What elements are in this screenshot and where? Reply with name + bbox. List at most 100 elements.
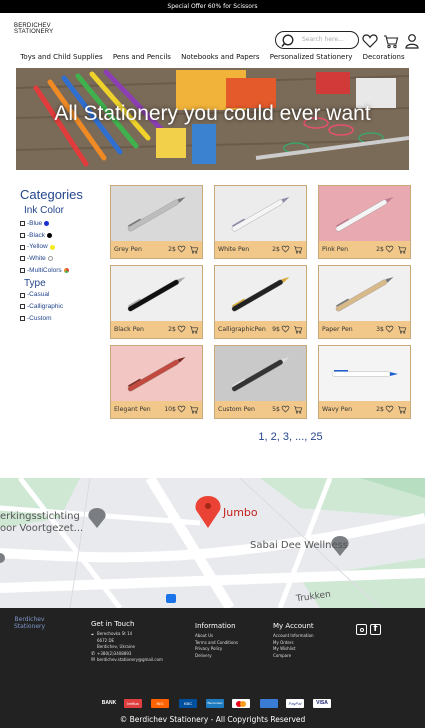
cart-icon[interactable] xyxy=(397,325,407,334)
paypal-logo: PayPal xyxy=(286,699,304,708)
checkbox[interactable] xyxy=(20,316,25,322)
product-price: 2$ xyxy=(376,406,384,413)
instagram-icon[interactable] xyxy=(356,624,367,635)
filter-yellow[interactable]: -Yellow xyxy=(20,241,83,253)
type-title: Type xyxy=(24,278,46,290)
footer-link-orders[interactable]: My Orders xyxy=(273,640,314,647)
product-card[interactable]: Wavy Pen 2$ xyxy=(318,345,411,419)
map-label-school-1: erkingsstichting xyxy=(0,511,80,522)
color-dot-multicolor xyxy=(63,268,69,274)
product-image[interactable] xyxy=(215,346,306,401)
product-name[interactable]: Paper Pen xyxy=(322,326,353,333)
cart-icon[interactable] xyxy=(189,405,199,414)
heart-icon[interactable] xyxy=(177,405,186,413)
cart-icon[interactable] xyxy=(397,405,407,414)
copyright: © Berdichev Stationery - All Copyrights … xyxy=(119,715,306,724)
product-card[interactable]: Custom Pen 5$ xyxy=(214,345,307,419)
filter-calligraphic[interactable]: -Calligraphic xyxy=(20,301,83,313)
hero-banner: All Stationery you could ever want xyxy=(16,68,409,170)
footer: Berdichev Stationery Get in Touch ⌖ Bere… xyxy=(0,608,425,728)
filter-white[interactable]: -White xyxy=(20,253,83,265)
checkbox[interactable] xyxy=(20,256,25,262)
pagination[interactable]: 1, 2, 3, ..., 25 xyxy=(0,431,425,443)
product-image[interactable] xyxy=(111,186,202,241)
heart-icon[interactable] xyxy=(281,325,290,333)
footer-link-terms[interactable]: Terms and Conditions xyxy=(195,640,238,647)
product-card[interactable]: CalligraphicPen 9$ xyxy=(214,265,307,339)
product-image[interactable] xyxy=(319,266,410,321)
footer-link-delivery[interactable]: Delivery xyxy=(195,653,238,660)
product-image[interactable] xyxy=(215,186,306,241)
nav-item-toys[interactable]: Toys and Child Supplies xyxy=(20,53,102,61)
product-name[interactable]: Wavy Pen xyxy=(322,406,352,413)
product-name[interactable]: Custom Pen xyxy=(218,406,255,413)
product-image[interactable] xyxy=(319,346,410,401)
nav-item-notebooks[interactable]: Notebooks and Papers xyxy=(181,53,259,61)
product-card[interactable]: Grey Pen 2$ xyxy=(110,185,203,259)
product-price: 3$ xyxy=(376,326,384,333)
color-dot-blue xyxy=(44,221,50,227)
footer-link-privacy[interactable]: Privacy Policy xyxy=(195,646,238,653)
product-card[interactable]: Black Pen 2$ xyxy=(110,265,203,339)
heart-icon[interactable] xyxy=(281,245,290,253)
cart-icon[interactable] xyxy=(383,33,399,49)
heart-icon[interactable] xyxy=(177,245,186,253)
heart-icon[interactable] xyxy=(385,245,394,253)
filter-black[interactable]: -Black xyxy=(20,230,83,242)
location-map[interactable]: Jumbo Sabai Dee Wellness erkingsstichtin… xyxy=(0,478,425,608)
heart-icon[interactable] xyxy=(177,325,186,333)
categories-title: Categories xyxy=(20,187,83,202)
product-name[interactable]: Elegant Pen xyxy=(114,406,151,413)
product-price: 2$ xyxy=(168,246,176,253)
footer-link-account-info[interactable]: Account Information xyxy=(273,633,314,640)
product-name[interactable]: CalligraphicPen xyxy=(218,326,266,333)
heart-icon[interactable] xyxy=(281,405,290,413)
filter-multicolors[interactable]: -MultiColors xyxy=(20,265,83,277)
filter-casual[interactable]: -Casual xyxy=(20,289,83,301)
wishlist-heart-icon[interactable] xyxy=(362,33,378,49)
ing-logo: ING xyxy=(151,699,169,708)
heart-icon[interactable] xyxy=(385,405,394,413)
footer-link-about[interactable]: About Us xyxy=(195,633,238,640)
cart-icon[interactable] xyxy=(397,245,407,254)
checkbox[interactable] xyxy=(20,221,25,227)
heart-icon[interactable] xyxy=(385,325,394,333)
product-card[interactable]: Paper Pen 3$ xyxy=(318,265,411,339)
facebook-icon[interactable]: f xyxy=(370,624,381,635)
product-name[interactable]: Grey Pen xyxy=(114,246,142,253)
checkbox[interactable] xyxy=(20,233,25,239)
product-name[interactable]: Pink Pen xyxy=(322,246,348,253)
product-name[interactable]: White Pen xyxy=(218,246,249,253)
nav-item-decorations[interactable]: Decorations xyxy=(363,53,405,61)
nav-item-pens[interactable]: Pens and Pencils xyxy=(113,53,171,61)
product-image[interactable] xyxy=(111,346,202,401)
checkbox[interactable] xyxy=(20,268,25,274)
footer-link-compare[interactable]: Compare xyxy=(273,653,314,660)
cart-icon[interactable] xyxy=(293,245,303,254)
product-image[interactable] xyxy=(111,266,202,321)
footer-brand[interactable]: Berdichev Stationery xyxy=(14,616,45,630)
checkbox[interactable] xyxy=(20,292,25,298)
search-icon[interactable] xyxy=(281,34,295,48)
user-account-icon[interactable] xyxy=(404,33,420,49)
product-image[interactable] xyxy=(215,266,306,321)
cart-icon[interactable] xyxy=(293,325,303,334)
product-name[interactable]: Black Pen xyxy=(114,326,144,333)
footer-link-wishlist[interactable]: My Wishlist xyxy=(273,646,314,653)
search-box[interactable]: Search here... xyxy=(275,31,359,49)
nav-item-personalized[interactable]: Personalized Stationery xyxy=(270,53,353,61)
product-card[interactable]: Elegant Pen 10$ xyxy=(110,345,203,419)
product-card[interactable]: White Pen 2$ xyxy=(214,185,307,259)
logo[interactable]: BERDICHEV STATIONERY xyxy=(14,23,53,35)
cart-icon[interactable] xyxy=(293,405,303,414)
filter-blue[interactable]: -Blue xyxy=(20,218,83,230)
cart-icon[interactable] xyxy=(189,325,199,334)
filter-custom[interactable]: -Custom xyxy=(20,313,83,325)
checkbox[interactable] xyxy=(20,304,25,310)
cart-icon[interactable] xyxy=(189,245,199,254)
product-image[interactable] xyxy=(319,186,410,241)
checkbox[interactable] xyxy=(20,244,25,250)
mastercard-logo xyxy=(232,699,250,708)
product-card[interactable]: Pink Pen 2$ xyxy=(318,185,411,259)
search-input[interactable]: Search here... xyxy=(302,36,344,43)
